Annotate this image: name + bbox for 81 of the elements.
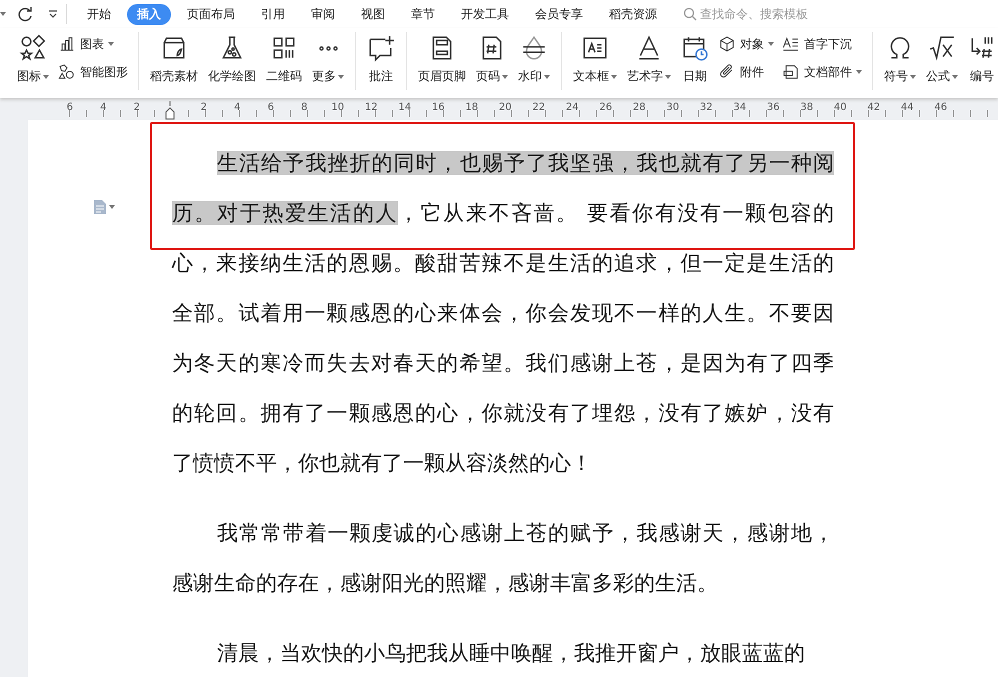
ribbon-button[interactable]: 符号 [881,32,919,87]
ruler-number: 12 [364,102,379,115]
menu-tab[interactable]: 页面布局 [177,4,245,24]
ruler-number: 14 [397,102,412,115]
text-line: 我常常带着一颗虔诚的心感谢上苍的赋予，我感谢天，感谢地， [217,520,834,547]
ruler-number: 34 [732,102,748,115]
ribbon-button[interactable]: 文档部件 [780,62,864,82]
text-line: 全部。试着用一颗感恩的心来体会，你会发现不一样的人生。不要因 [172,300,834,327]
ruler-number: 38 [799,102,814,115]
ruler-number: 2 [132,102,141,115]
ribbon-button[interactable]: 二维码 [263,32,305,87]
ruler-number: 16 [430,102,446,115]
ruler-number: 44 [900,102,915,115]
calendar-icon [681,34,709,62]
ruler-number: 30 [665,102,680,115]
ruler-number: 24 [564,102,580,115]
drop-cap-icon [782,35,800,53]
ruler-number: 6 [266,102,275,115]
search-icon [683,7,697,21]
ruler-number: 42 [866,102,882,115]
text-line: 清晨，当欢快的小鸟把我从睡中唤醒，我推开窗户，放眼蓝蓝的 [217,640,806,667]
ruler-number: 10 [330,102,346,115]
ribbon-button[interactable]: 水印 [515,32,553,87]
document-icon [782,63,800,81]
ribbon-button[interactable]: 对象 [716,34,776,54]
ribbon-button[interactable]: 化学绘图 [205,32,259,87]
paragraph-menu-button[interactable] [94,200,115,214]
ribbon-button[interactable]: 艺术字 [624,32,674,87]
ruler-number: 2 [200,102,208,115]
ruler-number: 26 [598,102,614,115]
menu-tab[interactable]: 开始 [77,4,121,24]
customize-button[interactable] [46,9,60,19]
text-line: 感谢生命的存在，感谢阳光的照耀，感谢丰富多彩的生活。 [172,570,719,597]
bar-chart-icon [58,35,76,53]
comment-icon [367,34,395,62]
menu-tab[interactable]: 稻壳资源 [599,4,667,24]
ribbon-button[interactable]: 页眉页脚 [415,32,469,87]
menu-tab[interactable]: 开发工具 [451,4,519,24]
ruler-number: 8 [300,102,308,115]
ribbon-button[interactable]: 日期 [678,32,712,87]
shapes-icon [19,34,47,62]
ruler-number: 40 [832,102,848,115]
menu-tab[interactable]: 会员专享 [525,4,593,24]
ribbon-button[interactable]: 稻壳素材 [147,32,201,87]
ribbon-button[interactable]: 更多 [309,32,347,87]
text-line: 的轮回。拥有了一颗感恩的心，你就没有了埋怨，没有了嫉妒，没有 [172,400,834,427]
ribbon-button[interactable]: 首字下沉 [780,34,864,54]
caret-icon[interactable] [0,12,6,16]
menu-tab[interactable]: 章节 [401,4,445,24]
ruler-number: 46 [933,102,948,115]
ruler-number: 4 [233,102,242,115]
ribbon-button[interactable]: 文本框 [570,32,620,87]
shapes-icon [58,63,76,81]
ribbon-button[interactable]: 图标 [14,32,52,87]
indent-marker-icon[interactable] [165,100,176,120]
more-icon [318,46,338,50]
ruler-number: 4 [99,102,108,115]
square-root-icon [928,34,956,62]
ruler-number: 36 [766,102,781,115]
text-line: 了愤愤不平，你也就有了一颗从容淡然的心！ [172,450,593,477]
ribbon-button[interactable]: 智能图形 [56,62,130,82]
menu-tab[interactable]: 审阅 [301,4,345,24]
ruler-number: 32 [698,102,714,115]
drop-icon [520,34,548,62]
text-line: 心，来接纳生活的恩赐。酸甜苦辣不是生活的追求，但一定是生活的 [172,250,834,277]
menu-tab[interactable]: 引用 [251,4,295,24]
ribbon-button[interactable]: 页码 [473,32,511,87]
ruler-number: 18 [464,102,480,115]
text-line: 历。对于热爱生活的人，它从来不吝啬。 要看你有没有一颗包容的 [172,200,834,227]
ruler-number: 22 [531,102,546,115]
ribbon-button[interactable]: 附件 [716,62,776,82]
ruler-number: 6 [66,102,74,115]
ribbon-button[interactable]: 批注 [364,32,398,87]
ruler-number: 20 [498,102,513,115]
ruler-number: 28 [632,102,647,115]
menu-tab[interactable]: 视图 [351,4,395,24]
text-line: 为冬天的寒冷而失去对春天的希望。我们感谢上苍，是因为有了四季 [172,350,834,377]
ribbon-button[interactable]: 公式 [923,32,961,87]
cube-icon [718,35,736,53]
ribbon-button[interactable]: 编号 [965,32,998,87]
ribbon-button[interactable]: 图表 [56,34,130,54]
